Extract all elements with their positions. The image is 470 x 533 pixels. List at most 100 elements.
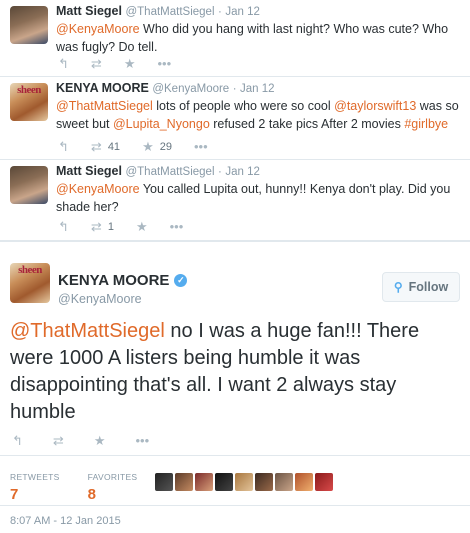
tweet-item[interactable]: Matt Siegel @ThatMattSiegel · Jan 12 @Ke… xyxy=(0,0,470,77)
tweet-stats: RETWEETS 7 FAVORITES 8 xyxy=(10,472,165,503)
mention-link[interactable]: @ThatMattSiegel xyxy=(56,99,153,113)
favoriter-avatar[interactable] xyxy=(275,473,293,491)
retweet-button[interactable]: ⇄ 1 xyxy=(91,220,114,233)
favorites-stat[interactable]: FAVORITES 8 xyxy=(88,472,138,503)
author-name-row: KENYA MOORE ✓ xyxy=(58,272,188,289)
add-user-icon: ⚲ xyxy=(393,280,403,294)
star-icon: ★ xyxy=(93,433,106,448)
retweet-button[interactable]: ⇄ xyxy=(91,57,102,70)
favoriters-avatars xyxy=(155,473,333,491)
author-handle[interactable]: @KenyaMoore xyxy=(58,292,142,306)
avatar[interactable] xyxy=(10,166,48,204)
focused-tweet: sheen KENYA MOORE ✓ @KenyaMoore ⚲ Follow… xyxy=(0,241,470,533)
tweet-actions: ↰ ⇄ ★ ••• xyxy=(12,434,179,447)
reply-icon: ↰ xyxy=(58,219,69,234)
tweet-text: @KenyaMoore Who did you hang with last n… xyxy=(56,20,461,56)
tweet-date[interactable]: Jan 12 xyxy=(225,6,260,18)
author-name[interactable]: KENYA MOORE xyxy=(58,272,169,289)
author-name[interactable]: Matt Siegel xyxy=(56,4,122,18)
reply-icon: ↰ xyxy=(12,433,23,448)
retweet-count: 41 xyxy=(107,140,121,153)
hashtag-link[interactable]: #girlbye xyxy=(404,117,448,131)
reply-button[interactable]: ↰ xyxy=(58,57,69,70)
more-icon: ••• xyxy=(135,433,150,448)
tweet-item[interactable]: sheen KENYA MOORE @KenyaMoore · Jan 12 @… xyxy=(0,77,470,160)
tweet-text-segment: lots of people who were so cool xyxy=(152,99,335,113)
star-icon: ★ xyxy=(135,219,148,234)
more-button[interactable]: ••• xyxy=(194,140,208,153)
separator: · xyxy=(218,6,222,18)
author-handle[interactable]: @ThatMattSiegel xyxy=(125,166,214,178)
tweet-header: Matt Siegel @ThatMattSiegel · Jan 12 xyxy=(56,164,260,178)
tweet-actions: ↰ ⇄ 41 ★ 29 ••• xyxy=(58,140,230,153)
reply-button[interactable]: ↰ xyxy=(58,140,69,153)
reply-button[interactable]: ↰ xyxy=(58,220,69,233)
mention-link[interactable]: @Lupita_Nyongo xyxy=(113,117,210,131)
avatar[interactable]: sheen xyxy=(10,83,48,121)
retweet-count: 1 xyxy=(107,220,114,233)
favorite-button[interactable]: ★ xyxy=(124,57,136,70)
tweet-date[interactable]: Jan 12 xyxy=(240,83,275,95)
verified-badge-icon: ✓ xyxy=(174,274,188,287)
mention-link[interactable]: @KenyaMoore xyxy=(56,182,140,196)
tweet-date[interactable]: Jan 12 xyxy=(225,166,260,178)
tweet-actions: ↰ ⇄ ★ ••• xyxy=(58,57,193,70)
mention-link[interactable]: @KenyaMoore xyxy=(56,22,140,36)
favoriter-avatar[interactable] xyxy=(315,473,333,491)
retweets-value: 7 xyxy=(10,486,19,503)
tweet-header: KENYA MOORE @KenyaMoore · Jan 12 xyxy=(56,81,275,95)
separator: · xyxy=(218,166,222,178)
tweet-item[interactable]: Matt Siegel @ThatMattSiegel · Jan 12 @Ke… xyxy=(0,160,470,241)
favorite-button[interactable]: ★ 29 xyxy=(142,140,172,153)
follow-button-label: Follow xyxy=(408,280,449,294)
more-icon: ••• xyxy=(169,219,184,234)
reply-button[interactable]: ↰ xyxy=(12,434,23,447)
mention-link[interactable]: @ThatMattSiegel xyxy=(10,320,165,342)
tweet-actions: ↰ ⇄ 1 ★ ••• xyxy=(58,220,205,233)
favoriter-avatar[interactable] xyxy=(295,473,313,491)
avatar-logo: sheen xyxy=(18,264,42,276)
avatar[interactable]: sheen xyxy=(10,263,50,303)
tweet-text: @ThatMattSiegel no I was a huge fan!!! T… xyxy=(10,318,462,426)
author-name[interactable]: KENYA MOORE xyxy=(56,81,149,95)
retweet-button[interactable]: ⇄ xyxy=(53,434,64,447)
favoriter-avatar[interactable] xyxy=(195,473,213,491)
reply-icon: ↰ xyxy=(58,56,69,71)
star-icon: ★ xyxy=(123,56,136,71)
favorites-label: FAVORITES xyxy=(87,472,138,482)
mention-link[interactable]: @taylorswift13 xyxy=(334,99,416,113)
author-handle[interactable]: @ThatMattSiegel xyxy=(125,6,214,18)
retweet-icon: ⇄ xyxy=(52,433,64,448)
retweet-icon: ⇄ xyxy=(90,56,102,71)
tweet-timestamp[interactable]: 8:07 AM - 12 Jan 2015 xyxy=(10,515,121,527)
favorite-count: 29 xyxy=(159,140,172,153)
favorites-value: 8 xyxy=(87,486,96,503)
conversation-feed: Matt Siegel @ThatMattSiegel · Jan 12 @Ke… xyxy=(0,0,470,241)
more-button[interactable]: ••• xyxy=(170,220,184,233)
follow-button[interactable]: ⚲ Follow xyxy=(382,272,460,302)
author-name[interactable]: Matt Siegel xyxy=(56,164,122,178)
more-button[interactable]: ••• xyxy=(157,57,171,70)
star-icon: ★ xyxy=(142,139,154,154)
favoriter-avatar[interactable] xyxy=(235,473,253,491)
favorite-button[interactable]: ★ xyxy=(136,220,148,233)
author-handle[interactable]: @KenyaMoore xyxy=(152,83,229,95)
tweet-text: @ThatMattSiegel lots of people who were … xyxy=(56,97,461,133)
retweet-icon: ⇄ xyxy=(90,139,102,154)
favoriter-avatar[interactable] xyxy=(155,473,173,491)
retweets-stat[interactable]: RETWEETS 7 xyxy=(10,472,60,503)
more-icon: ••• xyxy=(193,139,208,154)
tweet-text-segment: refused 2 take pics After 2 movies xyxy=(209,117,405,131)
more-icon: ••• xyxy=(157,56,172,71)
favoriter-avatar[interactable] xyxy=(175,473,193,491)
retweets-label: RETWEETS xyxy=(10,472,60,482)
divider xyxy=(0,505,470,506)
more-button[interactable]: ••• xyxy=(135,434,149,447)
retweet-button[interactable]: ⇄ 41 xyxy=(91,140,120,153)
favoriter-avatar[interactable] xyxy=(215,473,233,491)
avatar[interactable] xyxy=(10,6,48,44)
favorite-button[interactable]: ★ xyxy=(94,434,106,447)
retweet-icon: ⇄ xyxy=(90,219,102,234)
tweet-text: @KenyaMoore You called Lupita out, hunny… xyxy=(56,180,461,216)
favoriter-avatar[interactable] xyxy=(255,473,273,491)
